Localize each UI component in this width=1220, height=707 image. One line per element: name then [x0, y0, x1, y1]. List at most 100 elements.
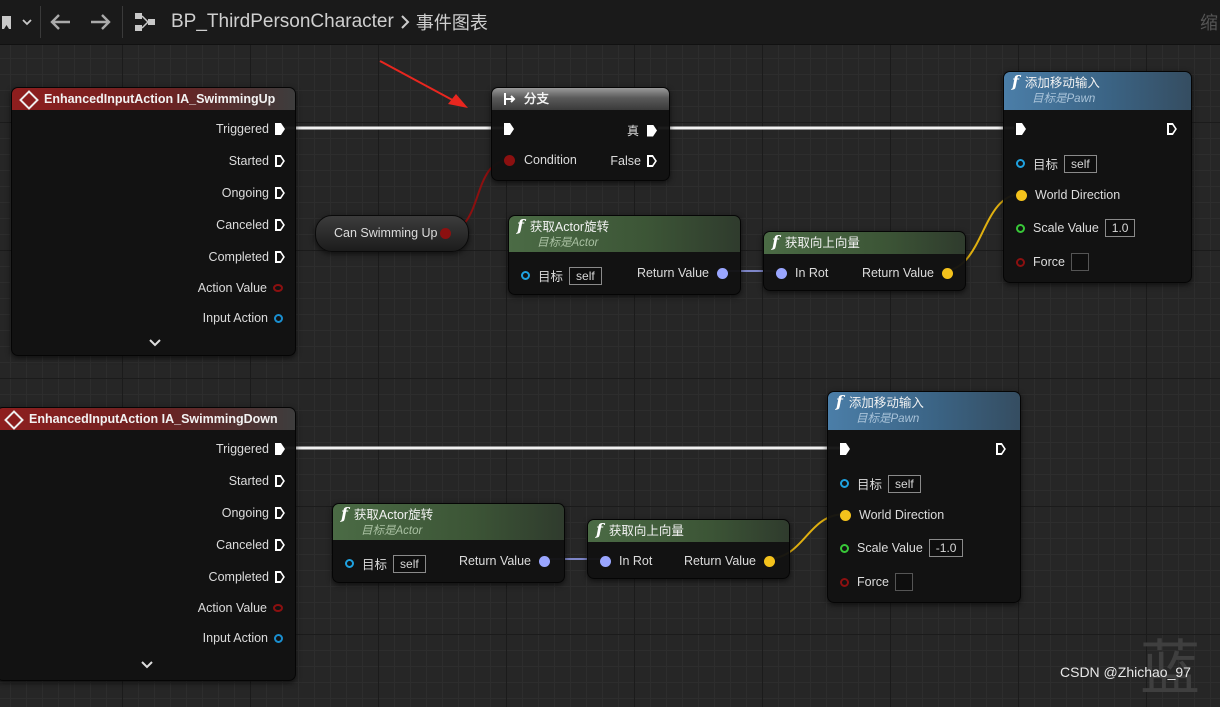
float-pin-icon[interactable] — [1016, 223, 1025, 233]
event-node-swimming-up[interactable]: EnhancedInputAction IA_SwimmingUp Trigge… — [11, 87, 296, 356]
exec-pin-icon[interactable] — [996, 443, 1006, 455]
exec-in-pin[interactable] — [840, 443, 850, 455]
pin-triggered[interactable]: Triggered — [216, 442, 285, 456]
in-rot-pin[interactable]: In Rot — [776, 266, 828, 280]
object-pin-icon[interactable] — [840, 479, 849, 488]
return-value-pin[interactable]: Return Value — [459, 554, 550, 568]
exec-pin-icon[interactable] — [504, 123, 514, 135]
rotator-pin-icon[interactable] — [600, 555, 611, 567]
bool-pin-icon[interactable] — [273, 284, 283, 292]
exec-out-pin[interactable] — [1167, 123, 1177, 135]
pin-completed[interactable]: Completed — [209, 570, 285, 584]
pin-ongoing[interactable]: Ongoing — [222, 186, 285, 200]
target-value-box[interactable]: self — [393, 554, 426, 573]
force-checkbox[interactable] — [894, 573, 913, 591]
forward-button[interactable] — [89, 0, 111, 44]
target-pin[interactable]: 目标 self — [521, 266, 602, 285]
exec-pin-icon[interactable] — [275, 539, 285, 551]
exec-pin-icon[interactable] — [1167, 123, 1177, 135]
branch-exec-in[interactable] — [504, 123, 514, 135]
add-movement-input-node-2[interactable]: f 添加移动输入 目标是Pawn 目标 self World Direction Sc… — [827, 391, 1021, 603]
chevron-down-icon[interactable] — [140, 660, 154, 670]
float-pin-icon[interactable] — [840, 543, 849, 553]
bool-pin-icon[interactable] — [1016, 257, 1025, 267]
world-direction-pin[interactable]: World Direction — [1016, 188, 1120, 202]
return-value-pin[interactable]: Return Value — [637, 266, 728, 280]
pin-canceled[interactable]: Canceled — [216, 218, 285, 232]
exec-pin-icon[interactable] — [275, 155, 285, 167]
vector-pin-icon[interactable] — [1016, 189, 1027, 201]
exec-pin-icon[interactable] — [275, 443, 285, 455]
force-checkbox[interactable] — [1070, 253, 1089, 271]
pin-canceled[interactable]: Canceled — [216, 538, 285, 552]
variable-can-swimming-up[interactable]: Can Swimming Up — [315, 215, 469, 252]
object-pin-icon[interactable] — [274, 633, 283, 643]
exec-in-pin[interactable] — [1016, 123, 1026, 135]
breadcrumb-graph[interactable]: 事件图表 — [416, 9, 488, 35]
bool-pin-icon[interactable] — [440, 228, 451, 239]
chevron-down-icon[interactable] — [148, 338, 162, 348]
event-node-swimming-down[interactable]: EnhancedInputAction IA_SwimmingDown Trig… — [0, 407, 296, 681]
exec-pin-icon[interactable] — [275, 475, 285, 487]
target-pin[interactable]: 目标 self — [840, 474, 921, 493]
get-up-vector-node-1[interactable]: f 获取向上向量 In Rot Return Value — [763, 231, 966, 291]
rotator-pin-icon[interactable] — [539, 555, 550, 567]
force-pin[interactable]: Force — [1016, 253, 1089, 271]
exec-out-pin[interactable] — [996, 443, 1006, 455]
exec-pin-icon[interactable] — [647, 124, 657, 137]
exec-pin-icon[interactable] — [647, 155, 657, 167]
vector-pin-icon[interactable] — [764, 555, 775, 567]
exec-pin-icon[interactable] — [840, 443, 850, 455]
exec-pin-icon[interactable] — [275, 187, 285, 199]
return-value-pin[interactable]: Return Value — [684, 554, 775, 568]
scale-value-pin[interactable]: Scale Value 1.0 — [1016, 219, 1136, 237]
get-actor-rotation-node-1[interactable]: f 获取Actor旋转 目标是Actor 目标 self Return Value — [508, 215, 741, 295]
get-up-vector-node-2[interactable]: f 获取向上向量 In Rot Return Value — [587, 519, 790, 579]
bookmark-menu-button[interactable] — [2, 0, 32, 44]
add-movement-input-node-1[interactable]: f 添加移动输入 目标是Pawn 目标 self World Direction Sc… — [1003, 71, 1192, 283]
target-pin[interactable]: 目标 self — [345, 554, 426, 573]
vector-pin-icon[interactable] — [942, 267, 953, 279]
pin-ongoing[interactable]: Ongoing — [222, 506, 285, 520]
object-pin-icon[interactable] — [521, 271, 530, 280]
exec-pin-icon[interactable] — [1016, 123, 1026, 135]
back-button[interactable] — [50, 0, 72, 44]
pin-action-value[interactable]: Action Value — [198, 601, 283, 615]
scale-value-pin[interactable]: Scale Value -1.0 — [840, 539, 964, 557]
breadcrumb-blueprint[interactable]: BP_ThirdPersonCharacter — [171, 11, 394, 33]
pin-action-value[interactable]: Action Value — [198, 281, 283, 295]
pin-triggered[interactable]: Triggered — [216, 122, 285, 136]
exec-pin-icon[interactable] — [275, 571, 285, 583]
get-actor-rotation-node-2[interactable]: f 获取Actor旋转 目标是Actor 目标 self Return Value — [332, 503, 565, 583]
in-rot-pin[interactable]: In Rot — [600, 554, 652, 568]
object-pin-icon[interactable] — [345, 559, 354, 568]
branch-false-pin[interactable]: False — [610, 154, 657, 168]
exec-pin-icon[interactable] — [275, 251, 285, 263]
vector-pin-icon[interactable] — [840, 509, 851, 521]
pin-input-action[interactable]: Input Action — [203, 311, 283, 325]
pin-started[interactable]: Started — [229, 474, 285, 488]
world-direction-pin[interactable]: World Direction — [840, 508, 944, 522]
bool-pin-icon[interactable] — [504, 154, 515, 166]
target-value-box[interactable]: self — [888, 474, 921, 493]
branch-condition-pin[interactable]: Condition — [504, 153, 577, 167]
exec-pin-icon[interactable] — [275, 507, 285, 519]
exec-pin-icon[interactable] — [275, 123, 285, 135]
pin-started[interactable]: Started — [229, 154, 285, 168]
object-pin-icon[interactable] — [274, 313, 283, 323]
target-pin[interactable]: 目标 self — [1016, 154, 1097, 173]
target-value-box[interactable]: self — [1064, 154, 1097, 173]
pin-input-action[interactable]: Input Action — [203, 631, 283, 645]
exec-pin-icon[interactable] — [275, 219, 285, 231]
branch-node[interactable]: 分支 真 Condition False — [491, 87, 670, 181]
return-value-pin[interactable]: Return Value — [862, 266, 953, 280]
object-pin-icon[interactable] — [1016, 159, 1025, 168]
force-pin[interactable]: Force — [840, 573, 913, 591]
bool-pin-icon[interactable] — [273, 604, 283, 612]
scale-value-box[interactable]: -1.0 — [928, 539, 964, 557]
scale-value-box[interactable]: 1.0 — [1104, 219, 1136, 237]
target-value-box[interactable]: self — [569, 266, 602, 285]
rotator-pin-icon[interactable] — [717, 267, 728, 279]
pin-completed[interactable]: Completed — [209, 250, 285, 264]
rotator-pin-icon[interactable] — [776, 267, 787, 279]
